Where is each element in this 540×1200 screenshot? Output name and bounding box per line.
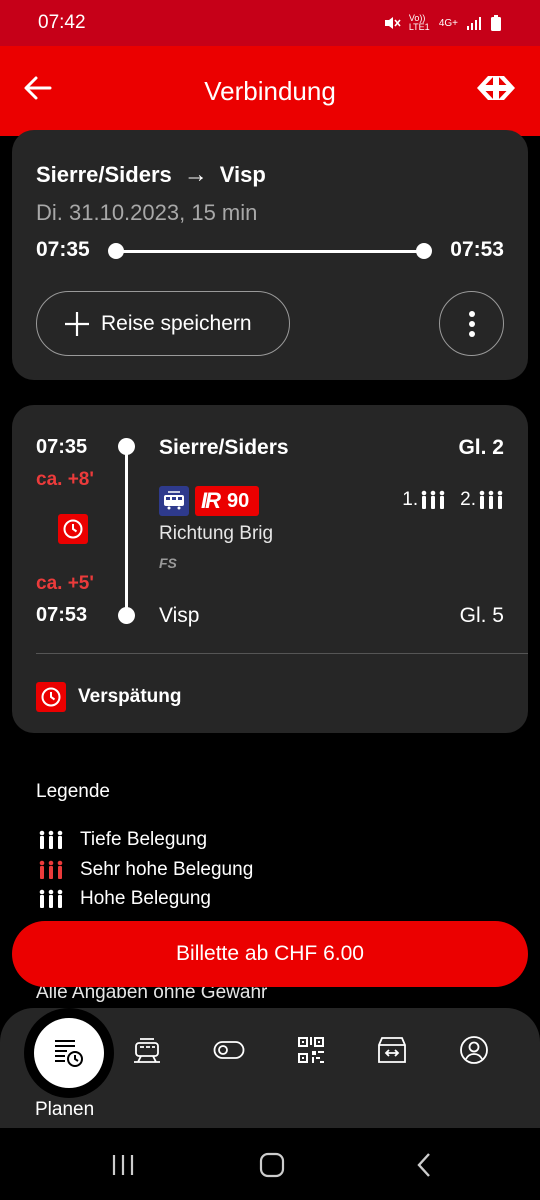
delay-clock-icon: [58, 514, 88, 544]
network-label: Vo)) LTE1: [408, 13, 430, 32]
nav-item-train[interactable]: [131, 1034, 163, 1066]
route-to: Visp: [219, 162, 266, 187]
mute-icon: [384, 17, 401, 29]
train-type-label: IR: [201, 488, 221, 513]
occupancy-low-icon: [421, 490, 445, 509]
timeline-bar: [116, 250, 424, 253]
system-icons: Vo)) LTE1 4G+: [383, 14, 502, 32]
recent-apps-icon[interactable]: [108, 1150, 138, 1180]
date-duration: Di. 31.10.2023, 15 min: [36, 200, 258, 225]
home-icon[interactable]: [257, 1150, 287, 1180]
more-vertical-icon: [468, 310, 475, 337]
nav-item-profile[interactable]: [458, 1034, 490, 1066]
arrival-platform: Gl. 5: [459, 604, 504, 627]
nav-item-shop[interactable]: [376, 1034, 408, 1066]
save-trip-button[interactable]: Reise speichern: [36, 291, 290, 356]
legend-item-very-high: Sehr hohe Belegung: [38, 859, 253, 881]
status-bar: 07:42 Vo)) LTE1 4G+: [0, 0, 540, 46]
page-title: Verbindung: [204, 76, 336, 106]
delay-notice[interactable]: Verspätung: [36, 682, 181, 712]
nav-item-toggle[interactable]: [213, 1034, 245, 1066]
timeline-end-dot: [416, 243, 432, 259]
arrival-station: Visp: [159, 604, 200, 627]
occupancy-high-icon: [39, 889, 63, 908]
occupancy-first-class: 1.: [402, 489, 446, 511]
timeline-start-dot: [108, 243, 124, 259]
connection-summary-card: Sierre/Siders → Visp Di. 31.10.2023, 15 …: [12, 130, 528, 380]
delay-clock-icon: [36, 682, 66, 712]
legend-label: Sehr hohe Belegung: [80, 859, 254, 880]
occupancy-first-label: 1.: [402, 489, 419, 510]
legend-item-low: Tiefe Belegung: [38, 829, 207, 851]
occupancy-very-high-icon: [39, 860, 63, 879]
departure-delay: ca. +8': [36, 469, 94, 490]
route-title: Sierre/Siders → Visp: [36, 161, 266, 189]
timeline: 07:35 07:53: [36, 238, 504, 264]
arrival-delay: ca. +5': [36, 573, 94, 594]
system-back-icon[interactable]: [410, 1150, 440, 1180]
nav-label-planen: Planen: [35, 1099, 95, 1120]
legend-label: Tiefe Belegung: [80, 829, 208, 850]
operator-label: FS: [159, 555, 177, 571]
route-arrow: →: [183, 161, 208, 188]
nav-item-planen[interactable]: [24, 1008, 114, 1098]
train-icon: [134, 1038, 160, 1063]
toggle-icon: [213, 1041, 245, 1059]
legend-label: Hohe Belegung: [80, 888, 211, 909]
occupancy-second-class: 2.: [460, 489, 504, 511]
train-info: IR 90: [159, 486, 260, 516]
departure-platform: Gl. 2: [458, 436, 504, 459]
route-from: Sierre/Siders: [36, 162, 172, 187]
legend-item-high: Hohe Belegung: [38, 888, 211, 910]
profile-icon: [460, 1036, 488, 1064]
signal-type-label: 4G+: [438, 17, 458, 29]
timetable-icon: [55, 1040, 83, 1067]
leg-departure-time: 07:35: [36, 436, 88, 458]
sbb-logo-icon[interactable]: [474, 74, 518, 102]
qr-code-icon: [298, 1037, 324, 1063]
leg-arrival-time: 07:53: [36, 604, 88, 626]
app-bar: Verbindung: [0, 46, 540, 136]
more-options-button[interactable]: [439, 291, 504, 356]
arrival-time: 07:53: [450, 238, 504, 261]
departure-station: Sierre/Siders: [159, 436, 289, 459]
save-trip-label: Reise speichern: [101, 311, 252, 335]
train-number-label: 90: [227, 489, 250, 512]
leg-start-dot: [118, 438, 135, 455]
legend-title: Legende: [36, 781, 110, 802]
train-type-icon: [159, 486, 189, 516]
train-direction: Richtung Brig: [159, 523, 274, 544]
battery-icon: [491, 15, 501, 31]
train-line-badge: IR 90: [195, 486, 260, 516]
occupancy-low-icon: [479, 490, 503, 509]
journey-leg-card[interactable]: 07:35 ca. +8' ca. +5' 07:53 Sierre/Sider…: [12, 405, 528, 733]
nav-item-qr[interactable]: [295, 1034, 327, 1066]
delay-notice-label: Verspätung: [78, 686, 182, 707]
buy-ticket-button[interactable]: Billette ab CHF 6.00: [12, 921, 528, 987]
plus-icon: [65, 311, 89, 336]
leg-timeline-line: [125, 446, 128, 614]
system-navigation-bar: [0, 1128, 540, 1200]
status-time: 07:42: [38, 12, 86, 33]
occupancy-low-icon: [39, 830, 63, 849]
signal-icon: [467, 17, 481, 30]
shop-icon: [378, 1037, 406, 1063]
departure-time: 07:35: [36, 238, 90, 261]
occupancy-second-label: 2.: [460, 489, 476, 510]
card-divider: [36, 653, 528, 654]
occupancy-info: 1. 2.: [402, 489, 504, 511]
leg-end-dot: [118, 607, 135, 624]
